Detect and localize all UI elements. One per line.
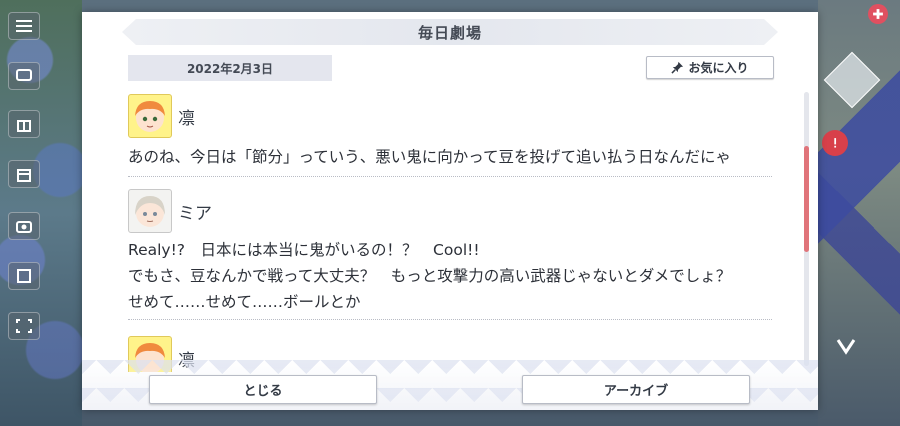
plus-icon	[873, 9, 883, 19]
plus-button[interactable]	[868, 4, 888, 24]
alert-badge[interactable]	[822, 130, 848, 156]
scrollbar-thumb[interactable]	[804, 146, 809, 252]
archive-button[interactable]: アーカイブ	[522, 375, 750, 404]
present-icon	[17, 169, 31, 182]
daily-theater-dialog: 毎日劇場 2022年2月3日 お気に入り 凛 あのね、今日は「節分」っていう、悪…	[82, 12, 818, 410]
stage-tile[interactable]	[823, 51, 881, 109]
background-right-scene	[818, 0, 900, 426]
dialog-title: 毎日劇場	[417, 23, 482, 42]
chevron-down-button[interactable]	[832, 330, 860, 364]
menu-button[interactable]	[8, 12, 40, 40]
chat-button[interactable]	[8, 62, 40, 90]
date-label: 2022年2月3日	[128, 55, 332, 81]
photo-button[interactable]	[8, 212, 40, 240]
dialogue-entry: 凛 あのね、今日は「節分」っていう、悪い鬼に向かって豆を投げて追い払う日なんだに…	[128, 92, 772, 177]
rin-avatar	[128, 94, 172, 138]
dialogue-line: せめて……せめて……ボールとか	[128, 293, 361, 311]
expand-button[interactable]	[8, 312, 40, 340]
book-icon	[17, 269, 31, 283]
favorite-label: お気に入り	[688, 61, 749, 75]
mia-avatar	[128, 189, 172, 233]
dialogue-entry: ミア Realy!? 日本には本当に鬼がいるの！？ Cool!! でもさ、豆なん…	[128, 187, 772, 320]
dialogue-line: あのね、今日は「節分」っていう、悪い鬼に向かって豆を投げて追い払う日なんだにゃ	[128, 148, 731, 166]
chevron-down-icon	[836, 339, 856, 355]
chat-icon	[16, 69, 32, 81]
exclamation-icon	[834, 138, 837, 148]
background-left-scene	[0, 0, 82, 426]
archive-label: アーカイブ	[603, 384, 669, 399]
event-button[interactable]	[8, 110, 40, 138]
close-button[interactable]: とじる	[149, 375, 377, 404]
speaker-name: ミア	[178, 203, 212, 224]
close-label: とじる	[243, 384, 283, 399]
expand-icon	[16, 319, 32, 333]
pin-icon	[671, 61, 684, 74]
dialogue-line: でもさ、豆なんかで戦って大丈夫？ もっと攻撃力の高い武器じゃないとダメでしょ？	[128, 267, 732, 285]
rin-face-icon	[135, 101, 165, 132]
gift-icon	[17, 120, 31, 132]
dialog-title-bar: 毎日劇場	[122, 19, 778, 45]
dialogue-list[interactable]: 凛 あのね、今日は「節分」っていう、悪い鬼に向かって豆を投げて追い払う日なんだに…	[128, 92, 772, 372]
speaker-name: 凛	[178, 108, 195, 129]
present-button[interactable]	[8, 160, 40, 188]
dialogue-line: Realy!? 日本には本当に鬼がいるの！？ Cool!!	[128, 241, 480, 259]
mia-face-icon	[135, 196, 165, 227]
hamburger-menu-icon	[16, 20, 32, 32]
story-button[interactable]	[8, 262, 40, 290]
camera-icon	[16, 221, 32, 233]
favorite-button[interactable]: お気に入り	[646, 56, 774, 79]
